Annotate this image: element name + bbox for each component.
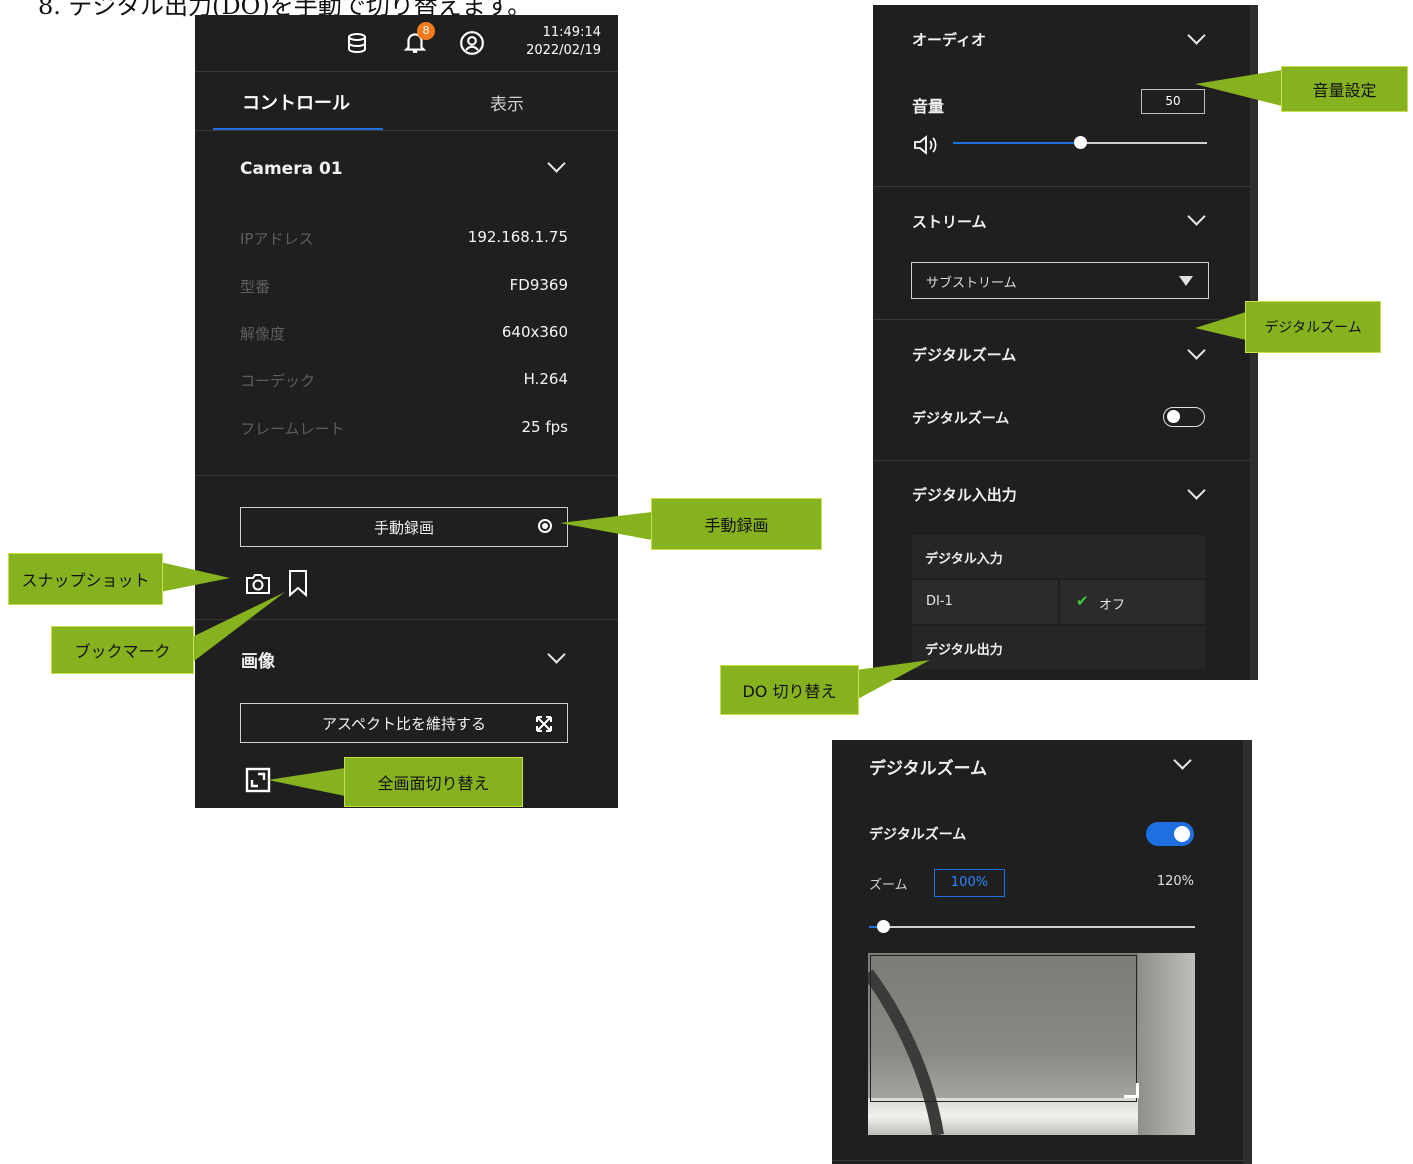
callout-manual-record: 手動録画 [651, 498, 822, 550]
callout-pointers [160, 70, 1282, 796]
callout-volume-setting: 音量設定 [1281, 66, 1408, 112]
callout-digital-zoom: デジタルズーム [1245, 301, 1381, 353]
callout-fullscreen: 全画面切り替え [344, 757, 523, 807]
callout-bookmark: ブックマーク [51, 626, 194, 674]
callout-do-toggle: DO 切り替え [720, 665, 859, 715]
callout-snapshot: スナップショット [8, 553, 163, 605]
